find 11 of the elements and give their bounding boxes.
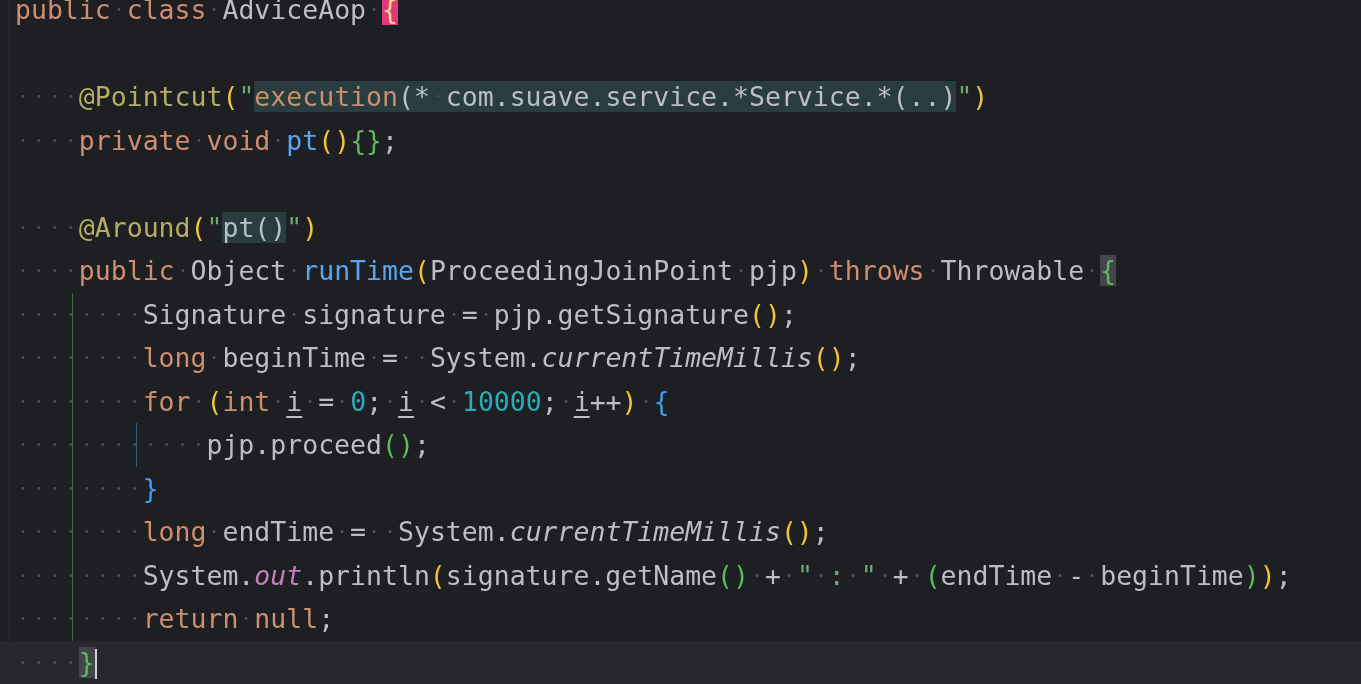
code-line: @Around("pt()") [15,205,319,249]
code-line: return null; [15,597,335,641]
code-line: private void pt(){}; [15,118,398,162]
code-line: long beginTime = System.currentTimeMillis(); [15,336,861,380]
code-line: public Object runTime(ProceedingJoinPoint pjp) throws Throwable { [15,249,1117,293]
code-line: System.out.println(signature.getName() + " : " + (endTime - beginTime)); [15,553,1292,597]
code-line: pjp.proceed(); [15,423,430,467]
code-line: for (int i = 0; i < 10000; i++) { [15,379,670,423]
text-cursor [94,649,97,679]
code-line: long endTime = System.currentTimeMillis(); [15,510,829,554]
code-line: Signature signature = pjp.getSignature(); [15,292,797,336]
